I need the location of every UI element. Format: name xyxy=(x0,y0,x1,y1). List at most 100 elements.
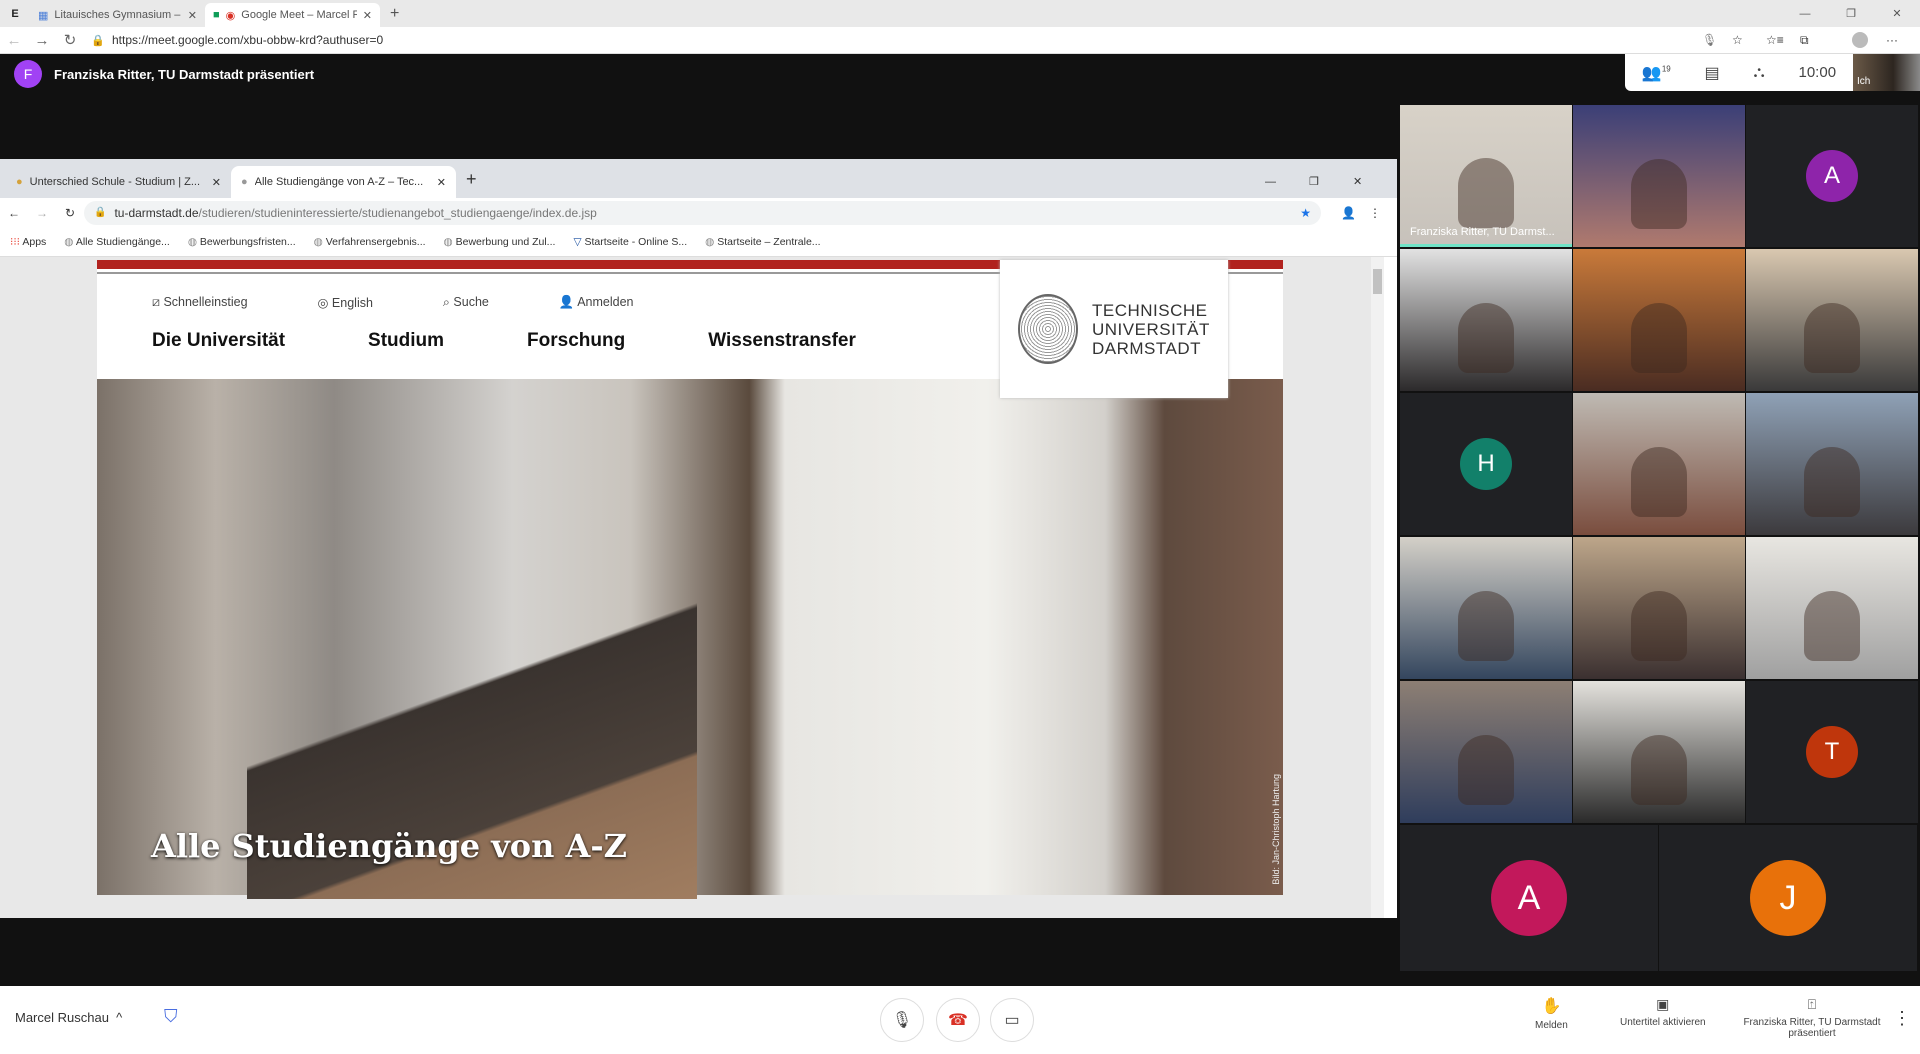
close-icon[interactable]: ✕ xyxy=(363,9,372,22)
raise-hand-button[interactable]: ✋ Melden xyxy=(1535,996,1568,1031)
browser-tab-active[interactable]: ■◉Google Meet – Marcel Ruschau✕ xyxy=(205,3,380,27)
participant-video[interactable]: Franziska Ritter, TU Darmst... xyxy=(1400,105,1572,247)
bookmark[interactable]: ▽ Startseite - Online S... xyxy=(573,236,687,248)
profile-icon[interactable]: 👤 xyxy=(1341,206,1369,220)
minimize-icon[interactable]: — xyxy=(1265,176,1309,198)
language-link[interactable]: ◎ English xyxy=(318,295,373,310)
participant-video[interactable] xyxy=(1573,393,1745,535)
bookmark[interactable]: ◍ Bewerbungsfristen... xyxy=(188,236,296,248)
restore-icon[interactable]: ❐ xyxy=(1309,175,1353,198)
participant-video[interactable] xyxy=(1573,537,1745,679)
participant-video[interactable] xyxy=(1400,537,1572,679)
bookmark[interactable]: ◍ Alle Studiengänge... xyxy=(64,236,170,248)
bookmark[interactable]: ◍ Startseite – Zentrale... xyxy=(705,236,820,248)
browser-tab[interactable]: ▦Litauisches Gymnasium – Kalender✕ xyxy=(30,3,205,27)
participant-tile-avatar[interactable]: A xyxy=(1746,105,1918,247)
more-options-icon[interactable]: ⋮ xyxy=(1893,1008,1911,1029)
participant-video[interactable] xyxy=(1573,105,1745,247)
participant-video[interactable] xyxy=(1400,681,1572,823)
meeting-details-button[interactable]: Marcel Ruschau ^ xyxy=(15,1010,122,1025)
shared-url-field[interactable]: 🔒 tu-darmstadt.de/studieren/studieninter… xyxy=(84,200,1321,225)
new-tab-icon[interactable]: + xyxy=(380,5,409,23)
microphone-button[interactable]: 🎙 xyxy=(880,998,924,1042)
participants-button[interactable]: 👥19 xyxy=(1642,63,1671,83)
participant-tile-avatar[interactable]: T xyxy=(1746,681,1918,823)
main-navigation: Die Universität Studium Forschung Wissen… xyxy=(152,330,856,352)
reload-icon[interactable]: ↻ xyxy=(56,206,84,220)
presenter-text: Franziska Ritter, TU Darmstadt präsentie… xyxy=(54,66,315,82)
hang-up-button[interactable]: ☎ xyxy=(936,998,980,1042)
back-icon[interactable]: ← xyxy=(0,32,28,49)
add-favorite-icon[interactable]: ☆ xyxy=(1732,33,1766,47)
close-window-icon[interactable]: ✕ xyxy=(1874,7,1920,20)
url-field[interactable]: https://meet.google.com/xbu-obbw-krd?aut… xyxy=(112,33,1702,47)
minimize-icon[interactable]: — xyxy=(1782,8,1828,20)
meeting-controls-bar: Marcel Ruschau ^ ⛉ 🎙 ☎ ▭ ✋ Melden ▣ Untert… xyxy=(0,986,1920,1054)
microphone-icon: 🎙 xyxy=(1702,33,1718,47)
close-icon[interactable]: ✕ xyxy=(212,176,221,189)
participant-tile-avatar[interactable]: A xyxy=(1400,825,1658,971)
hand-icon: ✋ xyxy=(1541,998,1562,1015)
quick-access-link[interactable]: ⧄ Schnelleinstieg xyxy=(152,295,248,310)
person-silhouette xyxy=(1804,446,1860,517)
reload-icon[interactable]: ↻ xyxy=(56,31,84,49)
close-window-icon[interactable]: ✕ xyxy=(1353,175,1397,198)
favorites-icon[interactable]: ☆≡ xyxy=(1766,33,1800,47)
camera-button[interactable]: ▭ xyxy=(990,998,1034,1042)
more-icon[interactable]: ··· xyxy=(1886,33,1920,47)
tu-darmstadt-logo[interactable]: TECHNISCHE UNIVERSITÄT DARMSTADT xyxy=(1000,260,1228,398)
participant-grid: Franziska Ritter, TU Darmst... A H T A J xyxy=(1400,105,1918,971)
participant-video[interactable] xyxy=(1746,249,1918,391)
bookmark[interactable]: ◍ Verfahrensergebnis... xyxy=(314,236,426,248)
participant-video[interactable] xyxy=(1573,249,1745,391)
login-link[interactable]: 👤 Anmelden xyxy=(559,295,634,310)
calendar-icon: ▦ xyxy=(38,9,49,22)
lock-icon: 🔒 xyxy=(94,207,107,218)
participant-video[interactable] xyxy=(1746,393,1918,535)
presenter-avatar: F xyxy=(14,60,42,88)
new-tab-icon[interactable]: + xyxy=(456,169,487,198)
page-scrollbar[interactable] xyxy=(1371,257,1384,918)
participant-name: Franziska Ritter, TU Darmst... xyxy=(1410,226,1555,238)
forward-icon[interactable]: → xyxy=(28,32,56,49)
close-icon[interactable]: ✕ xyxy=(188,9,197,22)
chat-icon[interactable]: ▤ xyxy=(1705,63,1720,83)
self-view[interactable]: Ich xyxy=(1853,54,1920,91)
shared-address-bar: ← → ↻ 🔒 tu-darmstadt.de/studieren/studie… xyxy=(0,198,1397,227)
nav-studium[interactable]: Studium xyxy=(368,330,444,352)
shared-tab[interactable]: ● Unterschied Schule - Studium | Z... ✕ xyxy=(6,166,231,198)
edge-menu-icon[interactable]: E xyxy=(0,8,30,20)
participant-avatar: A xyxy=(1491,860,1567,936)
restore-icon[interactable]: ❐ xyxy=(1828,7,1874,20)
nav-university[interactable]: Die Universität xyxy=(152,330,285,352)
participant-avatar: T xyxy=(1806,726,1858,778)
nav-knowledge-transfer[interactable]: Wissenstransfer xyxy=(708,330,856,352)
meta-navigation: ⧄ Schnelleinstieg ◎ English ⌕ Suche 👤 An… xyxy=(152,295,634,310)
participant-video[interactable] xyxy=(1573,681,1745,823)
profile-avatar[interactable] xyxy=(1852,32,1868,48)
back-icon[interactable]: ← xyxy=(0,206,28,220)
captions-button[interactable]: ▣ Untertitel aktivieren xyxy=(1620,996,1706,1028)
person-silhouette xyxy=(1631,734,1687,805)
bookmark-star-icon[interactable]: ★ xyxy=(1300,206,1311,220)
participant-tile-avatar[interactable]: H xyxy=(1400,393,1572,535)
person-silhouette xyxy=(1631,446,1687,517)
search-link[interactable]: ⌕ Suche xyxy=(443,295,489,310)
forward-icon[interactable]: → xyxy=(28,206,56,220)
presentation-button[interactable]: ⍐ Franziska Ritter, TU Darmstadt präsenti… xyxy=(1732,996,1892,1039)
participant-tile-avatar[interactable]: J xyxy=(1659,825,1917,971)
nav-research[interactable]: Forschung xyxy=(527,330,625,352)
security-shield-icon[interactable]: ⛉ xyxy=(164,1006,178,1027)
person-silhouette xyxy=(1631,302,1687,373)
activities-icon[interactable]: ⛬ xyxy=(1753,64,1764,82)
collections-icon[interactable]: ⧉ xyxy=(1800,33,1834,48)
participant-video[interactable] xyxy=(1746,537,1918,679)
more-icon[interactable]: ⋮ xyxy=(1369,206,1397,220)
meet-icon: ■ xyxy=(213,9,220,21)
bookmark[interactable]: ◍ Bewerbung und Zul... xyxy=(444,236,556,248)
shared-tab-active[interactable]: ● Alle Studiengänge von A-Z – Tec... ✕ xyxy=(231,166,456,198)
close-icon[interactable]: ✕ xyxy=(437,176,446,189)
participant-video[interactable] xyxy=(1400,249,1572,391)
browser-tab-bar: E ▦Litauisches Gymnasium – Kalender✕ ■◉G… xyxy=(0,0,1920,27)
bookmark-apps[interactable]: ⁝⁝⁝ Apps xyxy=(10,236,46,248)
